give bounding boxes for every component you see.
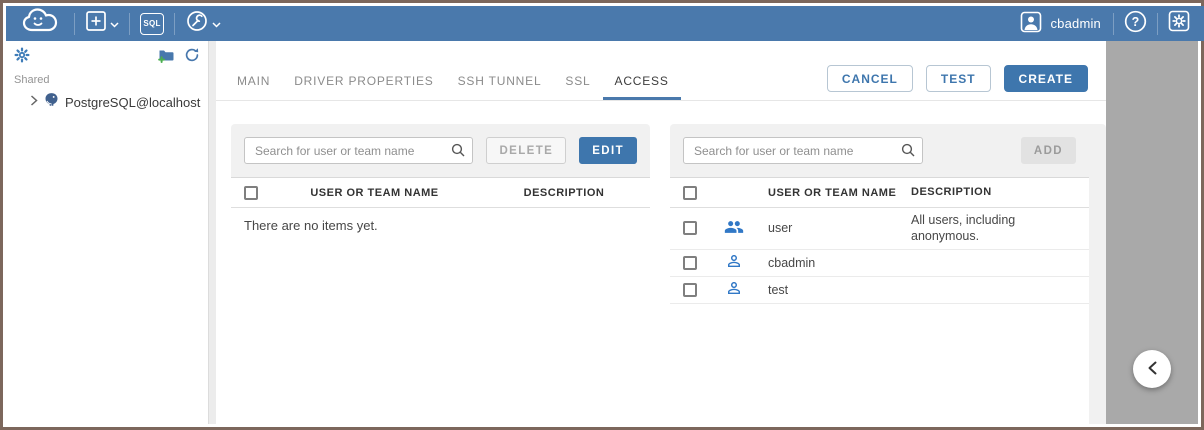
sidebar-resize-handle[interactable] (208, 41, 216, 424)
available-list-area (670, 304, 1089, 425)
delete-button[interactable]: DELETE (486, 137, 566, 164)
select-all-checkbox[interactable] (683, 186, 697, 200)
plus-square-icon (85, 10, 107, 37)
navigation-tree-panel: Shared PostgreSQL@localhost (6, 41, 208, 424)
granted-toolbar: DELETE EDIT (231, 124, 650, 177)
search-icon (901, 143, 915, 162)
granted-search-input[interactable] (244, 137, 473, 164)
available-users-panel: ADD USER OR TEAM NAME DESCRIPTION (670, 124, 1106, 424)
column-header-name: USER OR TEAM NAME (758, 187, 898, 199)
row-description: All users, including anonymous. (898, 208, 1089, 249)
tab-driver-properties[interactable]: DRIVER PROPERTIES (282, 74, 445, 100)
wrench-icon (185, 9, 209, 38)
chevron-down-icon (110, 15, 119, 33)
test-button[interactable]: TEST (926, 65, 991, 92)
connection-create-dialog: MAIN DRIVER PROPERTIES SSH TUNNEL SSL AC… (216, 41, 1106, 424)
chevron-down-icon (212, 15, 221, 33)
collapse-panel-button[interactable] (1133, 350, 1171, 388)
tools-menu-button[interactable] (175, 6, 231, 41)
user-icon (725, 279, 743, 300)
cloudbeaver-logo[interactable] (18, 6, 74, 41)
sql-editor-button[interactable]: SQL (130, 6, 174, 41)
tree-item-label: PostgreSQL@localhost (65, 95, 200, 110)
row-name: user (758, 221, 898, 235)
granted-table-header: USER OR TEAM NAME DESCRIPTION (231, 178, 650, 208)
user-menu-button[interactable]: cbadmin (1008, 6, 1113, 41)
row-checkbox[interactable] (683, 256, 697, 270)
available-toolbar: ADD (670, 124, 1089, 177)
help-button[interactable]: ? (1114, 6, 1157, 41)
granted-access-panel: DELETE EDIT USER OR TEAM NAME DESCRIPTIO… (231, 124, 650, 424)
tab-ssh-tunnel[interactable]: SSH TUNNEL (446, 74, 554, 100)
chevron-right-icon[interactable] (30, 93, 38, 111)
help-icon: ? (1124, 10, 1147, 38)
column-header-description: DESCRIPTION (898, 185, 1089, 199)
avatar-icon (1020, 11, 1042, 36)
user-icon (725, 252, 743, 273)
column-header-name: USER OR TEAM NAME (271, 187, 478, 199)
access-tab-content: DELETE EDIT USER OR TEAM NAME DESCRIPTIO… (216, 102, 1106, 424)
available-search-input[interactable] (683, 137, 923, 164)
refresh-icon[interactable] (184, 47, 200, 68)
chevron-left-icon (1148, 361, 1157, 378)
granted-search (244, 137, 473, 164)
column-header-description: DESCRIPTION (478, 187, 650, 199)
available-table-header: USER OR TEAM NAME DESCRIPTION (670, 178, 1089, 208)
dialog-tabs: MAIN DRIVER PROPERTIES SSH TUNNEL SSL AC… (225, 74, 681, 100)
row-name: cbadmin (758, 256, 898, 270)
app-window: SQL (0, 0, 1204, 430)
available-table: USER OR TEAM NAME DESCRIPTION u (670, 177, 1089, 424)
row-checkbox[interactable] (683, 283, 697, 297)
navigator-settings-gear-icon[interactable] (14, 47, 30, 68)
dialog-header: MAIN DRIVER PROPERTIES SSH TUNNEL SSL AC… (216, 41, 1106, 101)
edit-button[interactable]: EDIT (579, 137, 637, 164)
granted-table: USER OR TEAM NAME DESCRIPTION There are … (231, 177, 650, 424)
row-checkbox[interactable] (683, 221, 697, 235)
administration-settings-button[interactable] (1158, 6, 1192, 41)
tab-ssl[interactable]: SSL (553, 74, 602, 100)
search-icon (451, 143, 465, 162)
table-row[interactable]: cbadmin (670, 250, 1089, 277)
cloudbeaver-logo-icon (20, 6, 64, 41)
row-name: test (758, 283, 898, 297)
add-button[interactable]: ADD (1021, 137, 1076, 164)
create-button[interactable]: CREATE (1004, 65, 1088, 92)
gear-icon (1168, 10, 1190, 37)
svg-text:?: ? (1132, 15, 1140, 29)
granted-list-area (231, 243, 650, 424)
empty-list-message: There are no items yet. (231, 208, 650, 243)
dialog-actions: CANCEL TEST CREATE (827, 65, 1088, 92)
select-all-checkbox[interactable] (244, 186, 258, 200)
tab-main[interactable]: MAIN (225, 74, 282, 100)
postgresql-database-icon (44, 92, 59, 112)
tree-item-postgresql-localhost[interactable]: PostgreSQL@localhost (6, 88, 208, 116)
table-row[interactable]: test (670, 277, 1089, 304)
table-row[interactable]: user All users, including anonymous. (670, 208, 1089, 250)
row-description (898, 259, 1089, 267)
available-search (683, 137, 923, 164)
tab-access[interactable]: ACCESS (603, 74, 681, 100)
collapsed-right-rail (1106, 41, 1198, 424)
username-label: cbadmin (1050, 16, 1101, 31)
top-app-bar: SQL (6, 6, 1204, 41)
navigator-toolbar (6, 41, 208, 70)
team-icon (724, 217, 744, 240)
sql-editor-icon: SQL (140, 13, 164, 35)
tree-section-label: Shared (6, 70, 208, 88)
row-description (898, 286, 1089, 294)
new-folder-icon[interactable] (158, 47, 175, 68)
cancel-button[interactable]: CANCEL (827, 65, 913, 92)
new-connection-button[interactable] (75, 6, 129, 41)
